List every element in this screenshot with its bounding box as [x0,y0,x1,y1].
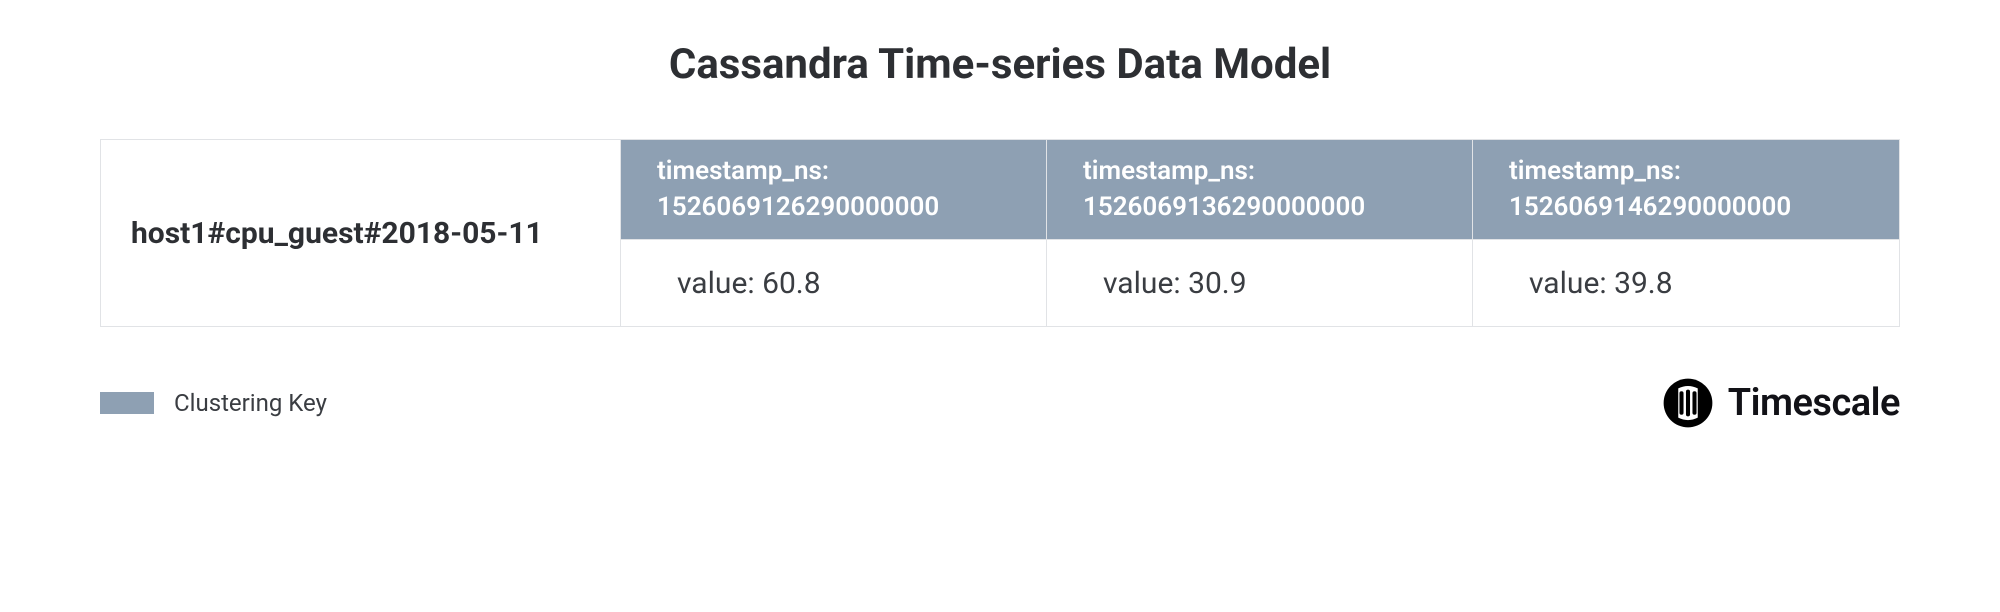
legend-label: Clustering Key [174,389,327,417]
footer: Clustering Key Timescale [100,377,1900,429]
timescale-icon [1662,377,1714,429]
brand-name: Timescale [1728,381,1900,425]
data-model-grid: host1#cpu_guest#2018-05-11 timestamp_ns:… [100,139,1900,327]
legend-swatch [100,392,154,414]
timestamp-header-1: timestamp_ns: 1526069136290000000 [1047,140,1473,240]
timestamp-label: timestamp_ns: [1509,154,1863,189]
timestamp-header-2: timestamp_ns: 1526069146290000000 [1473,140,1899,240]
timestamp-label: timestamp_ns: [657,154,1010,189]
timestamp-value: 1526069146290000000 [1509,190,1863,225]
brand-logo: Timescale [1662,377,1900,429]
diagram-title: Cassandra Time-series Data Model [100,40,1900,89]
timestamp-value: 1526069136290000000 [1083,190,1436,225]
partition-row-key: host1#cpu_guest#2018-05-11 [101,140,621,326]
value-cell-1: value: 30.9 [1047,240,1473,326]
value-cell-0: value: 60.8 [621,240,1047,326]
timestamp-header-0: timestamp_ns: 1526069126290000000 [621,140,1047,240]
timestamp-label: timestamp_ns: [1083,154,1436,189]
timestamp-value: 1526069126290000000 [657,190,1010,225]
legend: Clustering Key [100,389,327,417]
value-cell-2: value: 39.8 [1473,240,1899,326]
